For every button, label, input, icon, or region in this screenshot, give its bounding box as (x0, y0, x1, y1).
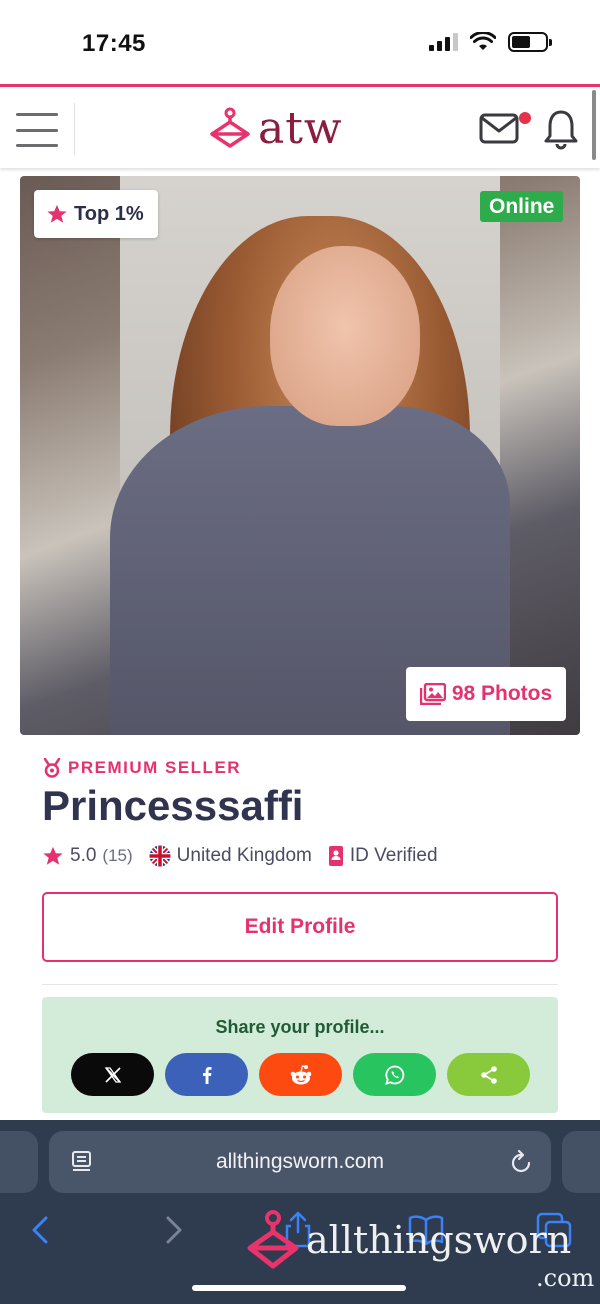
bell-icon[interactable] (542, 107, 580, 151)
rating-value: 5.0 (70, 845, 97, 866)
home-indicator[interactable] (192, 1285, 406, 1291)
star-icon (47, 204, 67, 223)
divider (42, 984, 558, 985)
verification-label: ID Verified (349, 845, 438, 866)
hamburger-icon[interactable] (16, 113, 58, 147)
username: Princesssaffi (42, 782, 304, 829)
rating[interactable]: 5.0 (15) (42, 845, 133, 867)
scroll-indicator[interactable] (592, 90, 596, 160)
header-divider (74, 103, 75, 155)
id-verified: ID Verified (328, 845, 438, 867)
status-icons (429, 32, 552, 52)
review-count: (15) (102, 846, 133, 865)
photos-button-label: 98 Photos (451, 682, 553, 705)
logo-text: atw (258, 103, 343, 154)
whatsapp-icon (384, 1065, 404, 1085)
share-reddit-button[interactable] (259, 1053, 342, 1096)
seller-tier: PREMIUM SELLER (68, 758, 242, 777)
cellular-signal-icon (429, 33, 458, 51)
edit-profile-button[interactable]: Edit Profile (42, 892, 558, 962)
image-icon (419, 683, 446, 705)
profile-meta: 5.0 (15) United Kingdom ID Verified (42, 843, 454, 869)
battery-icon (508, 32, 552, 52)
next-tab-preview[interactable] (562, 1131, 600, 1193)
share-facebook-button[interactable] (165, 1053, 248, 1096)
photos-button[interactable]: 98 Photos (406, 667, 566, 721)
forward-arrow-icon[interactable] (152, 1210, 192, 1250)
top-seller-badge: Top 1% (34, 190, 158, 238)
notification-dot (519, 112, 531, 124)
medal-icon (43, 758, 61, 778)
x-logo-icon (104, 1066, 121, 1083)
id-card-icon (328, 846, 343, 866)
profile-photo[interactable] (20, 176, 580, 735)
address-bar[interactable]: allthingsworn.com (49, 1131, 551, 1193)
hanger-logo-icon (210, 107, 250, 148)
share-title: Share your profile... (215, 1017, 385, 1037)
facebook-icon (202, 1066, 211, 1084)
online-badge: Online (480, 191, 564, 222)
premium-seller-label: PREMIUM SELLER (42, 758, 241, 778)
uk-flag-icon (149, 845, 171, 867)
share-buttons (71, 1053, 530, 1096)
country: United Kingdom (149, 845, 312, 867)
top-badge-label: Top 1% (74, 202, 144, 225)
share-icon (480, 1065, 497, 1084)
watermark-text: allthingsworn (306, 1218, 572, 1262)
site-header: atw (0, 84, 600, 168)
reload-icon[interactable] (509, 1149, 533, 1175)
back-arrow-icon[interactable] (22, 1210, 62, 1250)
share-x-button[interactable] (71, 1053, 154, 1096)
reddit-icon (290, 1064, 311, 1084)
site-logo[interactable]: atw (208, 101, 343, 157)
share-whatsapp-button[interactable] (353, 1053, 436, 1096)
previous-tab-preview[interactable] (0, 1131, 38, 1193)
url-text: allthingsworn.com (215, 1150, 385, 1173)
hanger-watermark-icon (247, 1210, 299, 1269)
envelope-icon[interactable] (478, 111, 522, 147)
share-generic-button[interactable] (447, 1053, 530, 1096)
country-name: United Kingdom (176, 845, 312, 866)
status-bar: 17:45 (0, 0, 600, 84)
share-panel: Share your profile... (42, 997, 558, 1113)
site-watermark: allthingsworn (246, 1208, 571, 1272)
star-icon (43, 846, 63, 865)
watermark-suffix: .com (536, 1264, 595, 1292)
status-time: 17:45 (82, 30, 146, 57)
wifi-icon (470, 32, 496, 50)
